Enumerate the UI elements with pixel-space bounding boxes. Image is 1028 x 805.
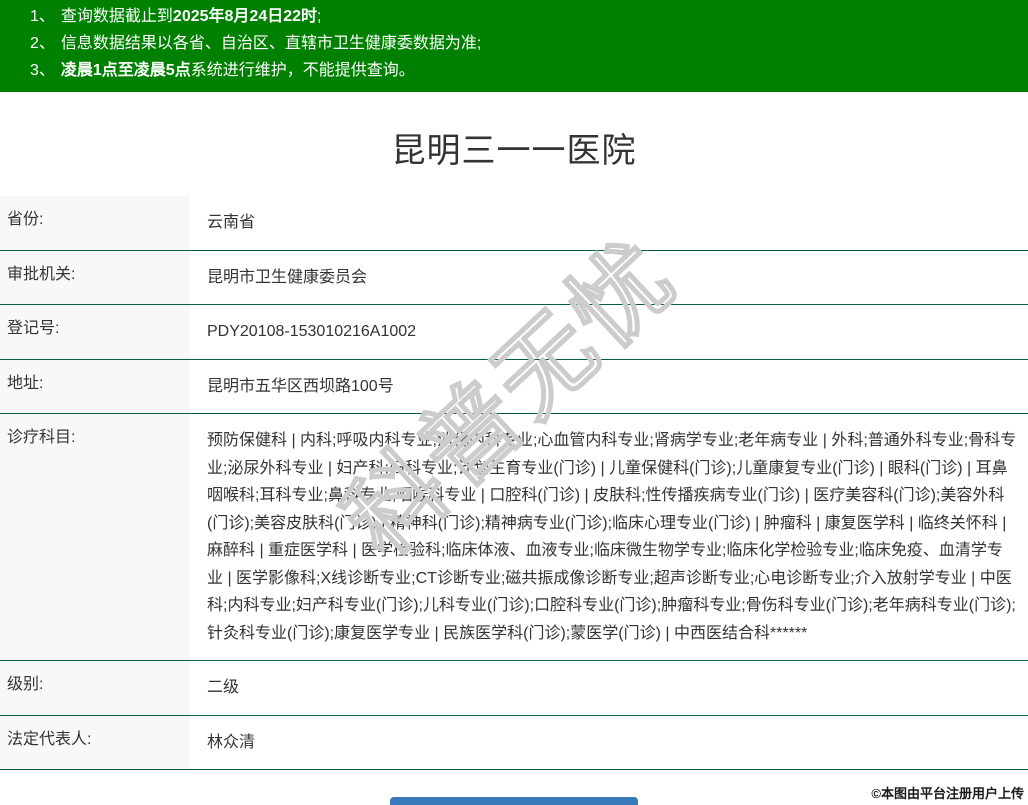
- table-row-registration-number: 登记号: PDY20108-153010216A1002: [0, 305, 1028, 360]
- notice-text-bold: 2025年8月24日22时: [172, 8, 318, 25]
- notice-text: 信息数据结果以各省、自治区、直辖市卫生健康委数据为准;: [60, 35, 482, 52]
- row-label: 省份:: [0, 196, 190, 250]
- notice-number: 1、: [30, 8, 55, 25]
- row-value: 预防保健科 | 内科;呼吸内科专业;消化内科专业;心血管内科专业;肾病学专业;老…: [207, 432, 1017, 642]
- page-title: 昆明三一一医院: [391, 132, 637, 170]
- row-label: 法定代表人:: [0, 715, 190, 769]
- table-row-medical-subjects: 诊疗科目: 预防保健科 | 内科;呼吸内科专业;消化内科专业;心血管内科专业;肾…: [0, 414, 1028, 661]
- row-label: 登记号:: [0, 305, 190, 359]
- notice-line-1: 1、 查询数据截止到2025年8月24日22时;: [30, 3, 1028, 30]
- row-label: 地址:: [0, 359, 190, 413]
- table-row-address: 地址: 昆明市五华区西坝路100号: [0, 359, 1028, 414]
- uploader-watermark: ©本图由平台注册用户上传: [871, 786, 1024, 801]
- notice-text: ;: [317, 8, 322, 25]
- row-value: 昆明市五华区西坝路100号: [207, 377, 394, 395]
- row-value: 云南省: [207, 214, 256, 231]
- notice-line-3: 3、 凌晨1点至凌晨5点系统进行维护，不能提供查询。: [30, 57, 1028, 84]
- notice-banner: 1、 查询数据截止到2025年8月24日22时; 2、 信息数据结果以各省、自治区、…: [0, 0, 1028, 92]
- row-label: 级别:: [0, 661, 190, 715]
- table-row-approval-authority: 审批机关: 昆明市卫生健康委员会: [0, 250, 1028, 305]
- row-label: 审批机关:: [0, 250, 190, 304]
- hospital-info-table: 省份: 云南省 审批机关: 昆明市卫生健康委员会 登记号: PDY20108-1…: [0, 196, 1028, 770]
- table-row-level: 级别: 二级: [0, 661, 1028, 716]
- row-value: PDY20108-153010216A1002: [207, 323, 417, 340]
- close-window-button[interactable]: 〖关闭窗口〗: [390, 797, 638, 805]
- notice-text: 查询数据截止到: [60, 8, 173, 25]
- table-row-province: 省份: 云南省: [0, 196, 1028, 251]
- notice-line-2: 2、 信息数据结果以各省、自治区、直辖市卫生健康委数据为准;: [30, 30, 1028, 57]
- row-value: 昆明市卫生健康委员会: [207, 268, 368, 286]
- notice-text-bold: 凌晨1点至凌晨5点: [60, 62, 191, 79]
- table-row-legal-representative: 法定代表人: 林众清: [0, 715, 1028, 770]
- row-label: 诊疗科目:: [0, 414, 190, 660]
- row-value: 林众清: [207, 733, 256, 751]
- notice-number: 3、: [30, 62, 55, 79]
- notice-number: 2、: [30, 35, 55, 52]
- notice-text: 系统进行维护，不能提供查询。: [190, 62, 415, 79]
- row-value: 二级: [207, 679, 240, 696]
